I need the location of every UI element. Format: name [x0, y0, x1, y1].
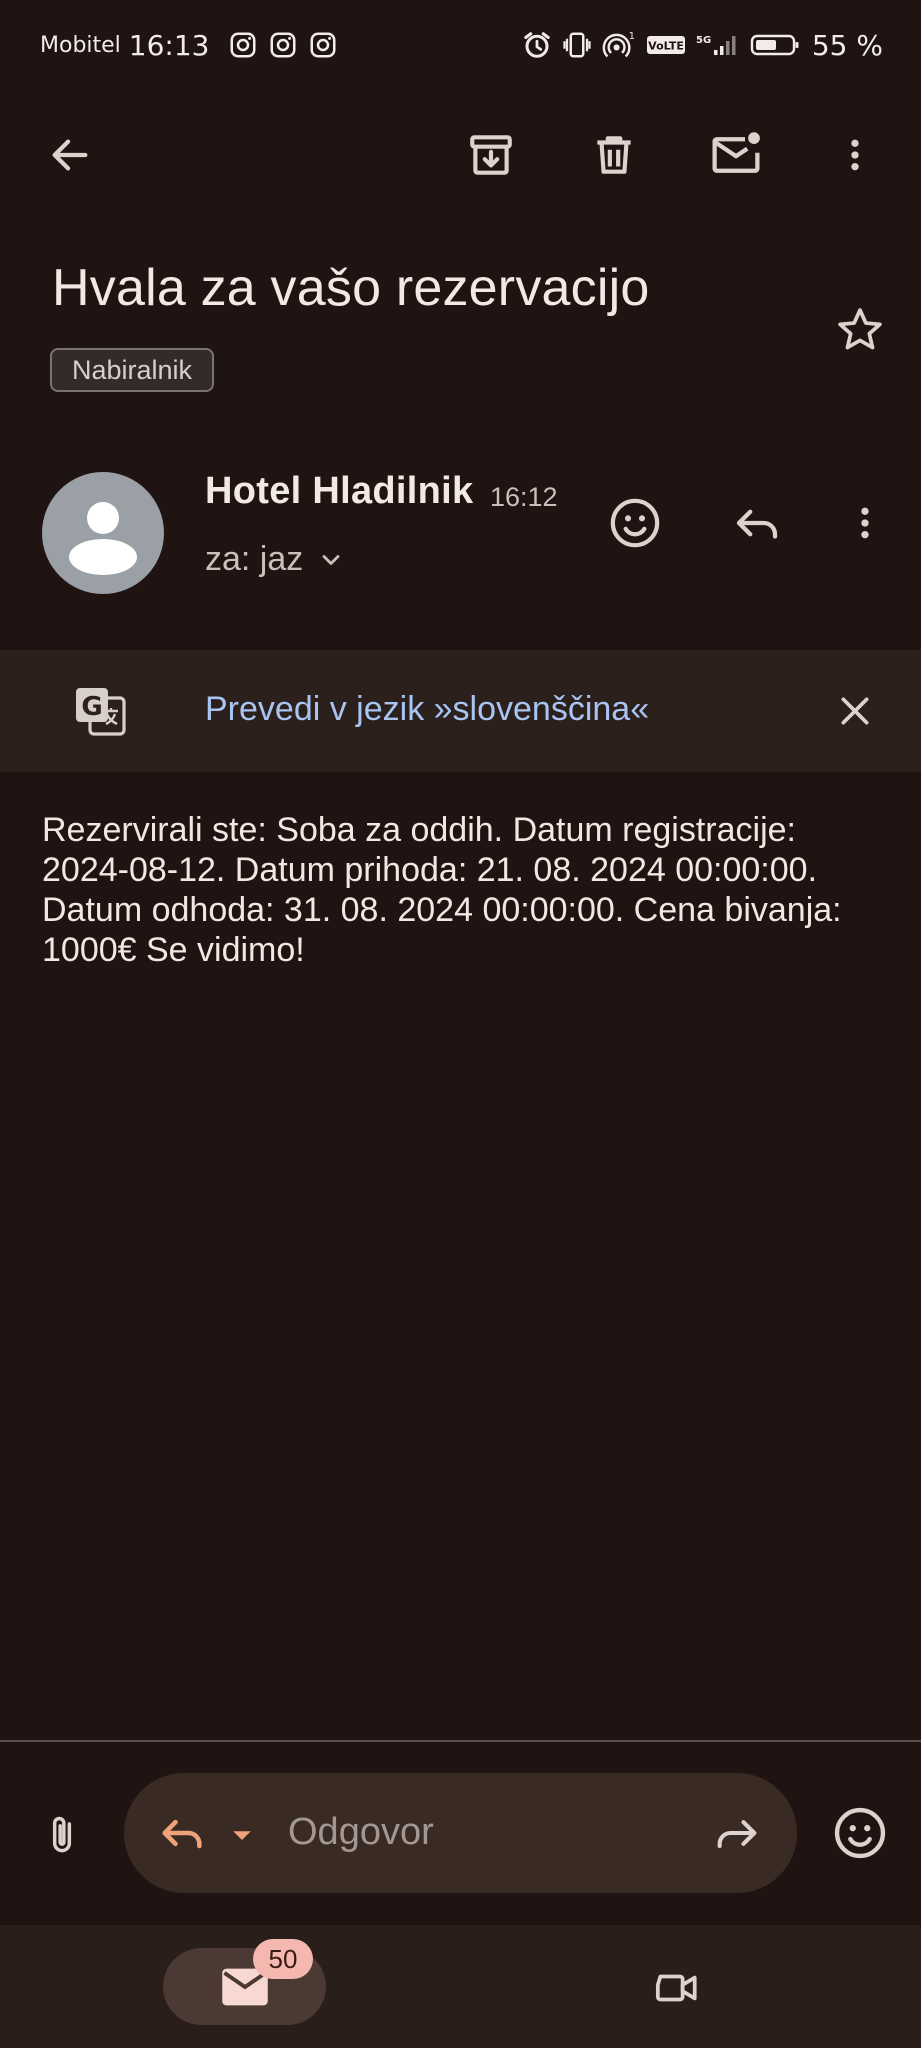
recipient-text: za: jaz	[205, 540, 304, 578]
delete-icon	[597, 136, 631, 174]
emoji-icon	[610, 498, 660, 548]
carrier-name: Mobitel	[40, 32, 121, 58]
close-translate-button[interactable]	[820, 676, 890, 746]
vibrate-icon	[563, 32, 591, 58]
email-time: 16:12	[490, 482, 558, 512]
google-translate-icon: G	[76, 688, 126, 736]
message-more-button[interactable]	[820, 478, 910, 568]
dropdown-triangle-icon	[233, 1831, 251, 1840]
volte-label: VoLTE	[648, 40, 684, 53]
sender-name: Hotel Hladilnik	[205, 470, 474, 512]
inbox-label-chip[interactable]: Nabiralnik	[50, 348, 215, 392]
toolbar	[0, 110, 921, 200]
close-icon	[841, 697, 869, 725]
star-button[interactable]	[810, 280, 910, 380]
video-camera-icon	[655, 1974, 697, 2002]
translate-banner: G Prevedi v jezik »slovenščina«	[0, 650, 921, 772]
battery-icon	[750, 34, 799, 56]
status-bar: Mobitel 16:13 1 VoLTE 5G 55 %	[0, 0, 921, 90]
mark-unread-icon	[712, 132, 760, 173]
person-icon	[69, 502, 137, 575]
forward-button[interactable]	[709, 1805, 765, 1861]
instagram-icon	[230, 32, 255, 58]
back-button[interactable]	[25, 110, 115, 200]
star-icon	[838, 308, 882, 350]
signal-superscript: 1	[629, 31, 635, 42]
status-left: Mobitel 16:13	[40, 29, 338, 62]
sender-avatar[interactable]	[42, 472, 164, 594]
reply-compose-pill[interactable]: Odgovor	[124, 1773, 797, 1893]
delete-button[interactable]	[569, 110, 659, 200]
forward-icon	[717, 1820, 757, 1849]
reply-button[interactable]	[712, 478, 802, 568]
reply-type-button[interactable]	[154, 1805, 210, 1861]
status-clock: 16:13	[128, 28, 210, 62]
unread-count-badge: 50	[253, 1939, 313, 1979]
reply-type-dropdown[interactable]	[224, 1817, 260, 1853]
reply-input-placeholder[interactable]: Odgovor	[288, 1811, 434, 1854]
mark-unread-button[interactable]	[691, 110, 781, 200]
more-options-button[interactable]	[810, 110, 900, 200]
archive-icon	[470, 135, 512, 175]
back-arrow-icon	[52, 139, 88, 171]
chevron-down-icon	[322, 554, 340, 565]
archive-button[interactable]	[446, 110, 536, 200]
instagram-icon	[310, 32, 335, 58]
divider	[0, 1740, 921, 1742]
alarm-icon	[524, 32, 550, 58]
add-reaction-button[interactable]	[590, 478, 680, 568]
signal-icon: 5G	[696, 35, 736, 55]
emoji-icon	[834, 1807, 886, 1859]
nav-meet-tab[interactable]	[632, 1943, 722, 2033]
more-vert-icon	[851, 139, 859, 171]
more-vert-icon	[861, 507, 869, 539]
email-body: Rezervirali ste: Soba za oddih. Datum re…	[42, 811, 842, 969]
svg-text:G: G	[81, 692, 102, 722]
instagram-icon	[270, 32, 295, 58]
reply-icon	[736, 509, 778, 539]
email-subject: Hvala za vašo rezervacijo	[52, 259, 650, 317]
network-label: 5G	[696, 35, 711, 46]
attachment-icon	[52, 1816, 72, 1853]
reply-icon	[162, 1819, 202, 1849]
volte-icon: VoLTE	[646, 36, 685, 54]
hotspot-icon: 1	[602, 31, 635, 58]
bottom-navigation: 50	[0, 1925, 921, 2048]
attach-button[interactable]	[22, 1790, 102, 1880]
recipient-details[interactable]: za: jaz	[205, 540, 345, 579]
reaction-button[interactable]	[815, 1788, 905, 1878]
battery-percentage: 55 %	[811, 28, 883, 62]
translate-link[interactable]: Prevedi v jezik »slovenščina«	[205, 690, 649, 729]
status-right: 1 VoLTE 5G 55 %	[522, 29, 883, 62]
